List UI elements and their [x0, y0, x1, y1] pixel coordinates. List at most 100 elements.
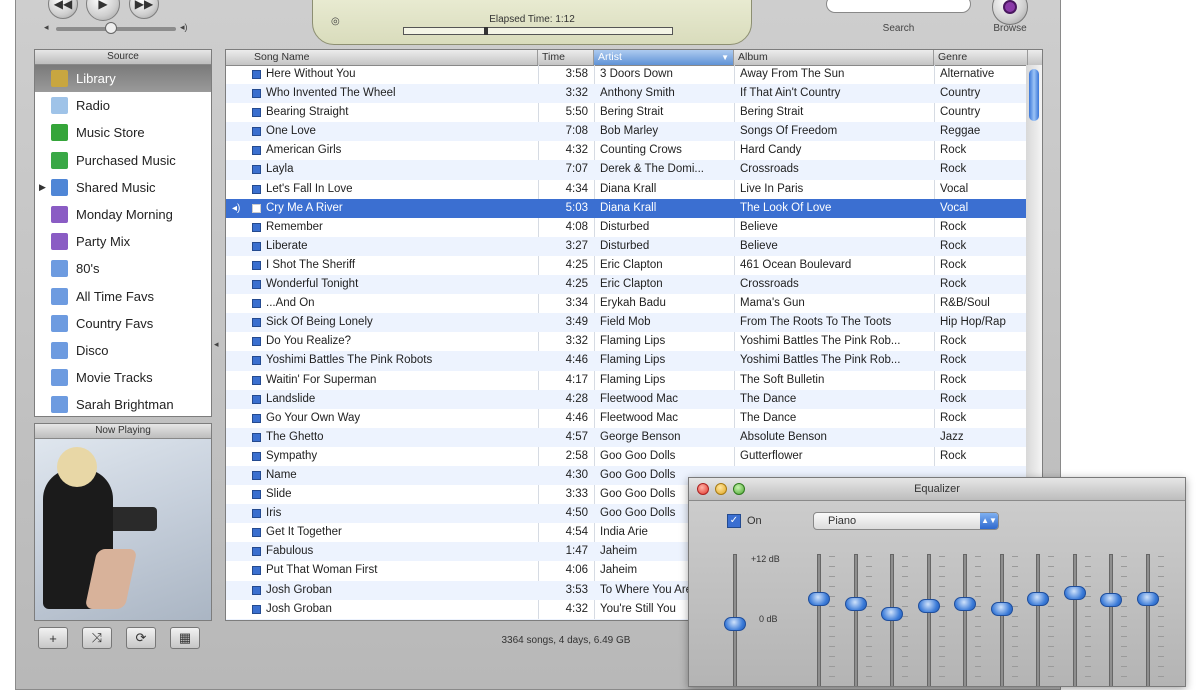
table-row[interactable]: I Shot The Sheriff 4:25 Eric Clapton 461 Oc… [226, 256, 1026, 275]
shuffle-button[interactable]: ⤨ [82, 627, 112, 649]
sidebar-item-library[interactable]: Library [35, 65, 211, 93]
album-artwork[interactable] [35, 439, 211, 620]
song-checkbox[interactable] [252, 547, 261, 557]
table-row[interactable]: ◂) Cry Me A River 5:03 Diana Krall The Look … [226, 198, 1026, 218]
table-row[interactable]: Here Without You 3:58 3 Doors Down Away Fro… [226, 65, 1026, 84]
band-4-slider-track[interactable] [926, 554, 931, 686]
sidebar-item-party-mix[interactable]: Party Mix [35, 228, 211, 255]
song-checkbox[interactable] [252, 566, 261, 576]
band-10-slider-knob[interactable] [1136, 591, 1159, 606]
song-checkbox[interactable] [252, 432, 261, 442]
band-4-slider-knob[interactable] [917, 599, 940, 614]
song-checkbox[interactable] [252, 318, 261, 328]
table-row[interactable]: Go Your Own Way 4:46 Fleetwood Mac The Danc… [226, 409, 1026, 428]
band-3-slider-knob[interactable] [881, 606, 903, 621]
band-10-slider-track[interactable] [1145, 554, 1150, 686]
band-7-slider-track[interactable] [1036, 554, 1040, 686]
song-checkbox[interactable] [252, 222, 261, 232]
sidebar-item-movie-tracks[interactable]: Movie Tracks [35, 364, 211, 391]
sidebar-item-all-time-favs[interactable]: All Time Favs [35, 283, 211, 310]
table-row[interactable]: Waitin' For Superman 4:17 Flaming Lips The … [226, 371, 1026, 390]
song-checkbox[interactable] [252, 241, 261, 251]
song-checkbox[interactable] [252, 146, 261, 156]
table-row[interactable]: Liberate 3:27 Disturbed Believe Rock [226, 236, 1026, 256]
sidebar-item-radio[interactable]: Radio [35, 92, 211, 119]
table-row[interactable]: Bearing Straight 5:50 Bering Strait Bering … [226, 103, 1026, 122]
column-genre[interactable]: Genre [934, 50, 1028, 65]
song-checkbox[interactable] [252, 394, 261, 404]
song-checkbox[interactable] [252, 89, 261, 99]
band-1-slider-track[interactable] [817, 554, 821, 686]
band-1-slider-knob[interactable] [808, 591, 830, 606]
next-track-button[interactable]: ▶▶ [129, 0, 159, 19]
band-2-slider-track[interactable] [853, 554, 858, 686]
song-checkbox[interactable] [252, 127, 261, 137]
sidebar-item-monday-morning[interactable]: Monday Morning [35, 201, 211, 228]
table-row[interactable]: Who Invented The Wheel 3:32 Anthony Smith I… [226, 84, 1026, 104]
band-5-slider-track[interactable] [963, 554, 967, 686]
song-checkbox[interactable] [252, 509, 261, 519]
song-checkbox[interactable] [252, 356, 261, 366]
sidebar-item-disco[interactable]: Disco [35, 337, 211, 364]
progress-bar[interactable] [403, 27, 673, 35]
song-checkbox[interactable] [252, 470, 261, 480]
column-time[interactable]: Time [538, 50, 594, 65]
song-checkbox[interactable] [252, 585, 261, 595]
play-pause-button[interactable]: ▶ [86, 0, 120, 21]
song-checkbox[interactable] [252, 413, 261, 423]
song-checkbox[interactable] [252, 184, 261, 194]
table-row[interactable]: Layla 7:07 Derek & The Domi... Crossroads Ro… [226, 160, 1026, 180]
band-6-slider-knob[interactable] [990, 601, 1013, 616]
band-9-slider-knob[interactable] [1100, 593, 1122, 608]
song-checkbox[interactable] [252, 70, 261, 79]
table-row[interactable]: ...And On 3:34 Erykah Badu Mama's Gun R&B/So… [226, 294, 1026, 313]
playhead[interactable] [483, 27, 488, 35]
disclosure-triangle-icon[interactable]: ▶ [39, 182, 46, 193]
sidebar-item-music-store[interactable]: Music Store [35, 119, 211, 146]
sidebar-item-purchased-music[interactable]: Purchased Music [35, 147, 211, 174]
song-checkbox[interactable] [252, 375, 261, 385]
column-artist[interactable]: Artist ▼ [594, 50, 734, 65]
volume-slider[interactable] [56, 22, 176, 34]
song-checkbox[interactable] [252, 108, 261, 118]
band-2-slider-knob[interactable] [844, 596, 867, 611]
search-input[interactable] [826, 0, 971, 13]
sidebar-item-80-s[interactable]: 80's [35, 255, 211, 282]
sidebar-item-sarah-brightman[interactable]: Sarah Brightman [35, 391, 211, 418]
preamp-slider-knob[interactable] [724, 617, 746, 631]
add-playlist-button[interactable]: + [38, 627, 68, 649]
table-row[interactable]: Wonderful Tonight 4:25 Eric Clapton Crossro… [226, 275, 1026, 295]
band-8-slider-track[interactable] [1072, 554, 1077, 686]
table-row[interactable]: American Girls 4:32 Counting Crows Hard Can… [226, 141, 1026, 160]
sidebar-item-country-favs[interactable]: Country Favs [35, 310, 211, 337]
song-checkbox[interactable] [252, 528, 261, 538]
band-9-slider-track[interactable] [1109, 554, 1113, 686]
volume-knob[interactable] [104, 22, 117, 34]
table-row[interactable]: Yoshimi Battles The Pink Robots 4:46 Flami… [226, 351, 1026, 371]
repeat-button[interactable]: ⟳ [126, 627, 156, 649]
show-artwork-button[interactable]: ▦ [170, 627, 200, 649]
song-checkbox[interactable] [252, 490, 261, 500]
song-checkbox[interactable] [252, 203, 261, 213]
table-row[interactable]: Landslide 4:28 Fleetwood Mac The Dance Rock [226, 389, 1026, 409]
band-8-slider-knob[interactable] [1063, 585, 1086, 600]
table-row[interactable]: Sick Of Being Lonely 3:49 Field Mob From Th… [226, 313, 1026, 333]
pane-divider-icon[interactable]: ◂ [214, 339, 219, 350]
band-7-slider-knob[interactable] [1027, 591, 1049, 606]
song-checkbox[interactable] [252, 337, 261, 347]
column-album[interactable]: Album [734, 50, 934, 65]
table-row[interactable]: Let's Fall In Love 4:34 Diana Krall Live In… [226, 180, 1026, 199]
song-checkbox[interactable] [252, 280, 261, 290]
song-checkbox[interactable] [252, 260, 261, 270]
column-song-name[interactable]: Song Name [250, 50, 538, 65]
previous-track-button[interactable]: ◀◀ [48, 0, 78, 19]
zoom-button[interactable] [733, 483, 745, 495]
song-checkbox[interactable] [252, 165, 261, 175]
equalizer-on-checkbox[interactable]: ✓ [727, 514, 741, 528]
song-checkbox[interactable] [252, 604, 261, 614]
band-5-slider-knob[interactable] [954, 596, 976, 611]
sidebar-item-shared-music[interactable]: ▶ Shared Music [35, 174, 211, 201]
browse-button[interactable] [992, 0, 1028, 25]
table-row[interactable]: Sympathy 2:58 Goo Goo Dolls Gutterflower Roc… [226, 447, 1026, 466]
table-row[interactable]: The Ghetto 4:57 George Benson Absolute Bens… [226, 427, 1026, 447]
